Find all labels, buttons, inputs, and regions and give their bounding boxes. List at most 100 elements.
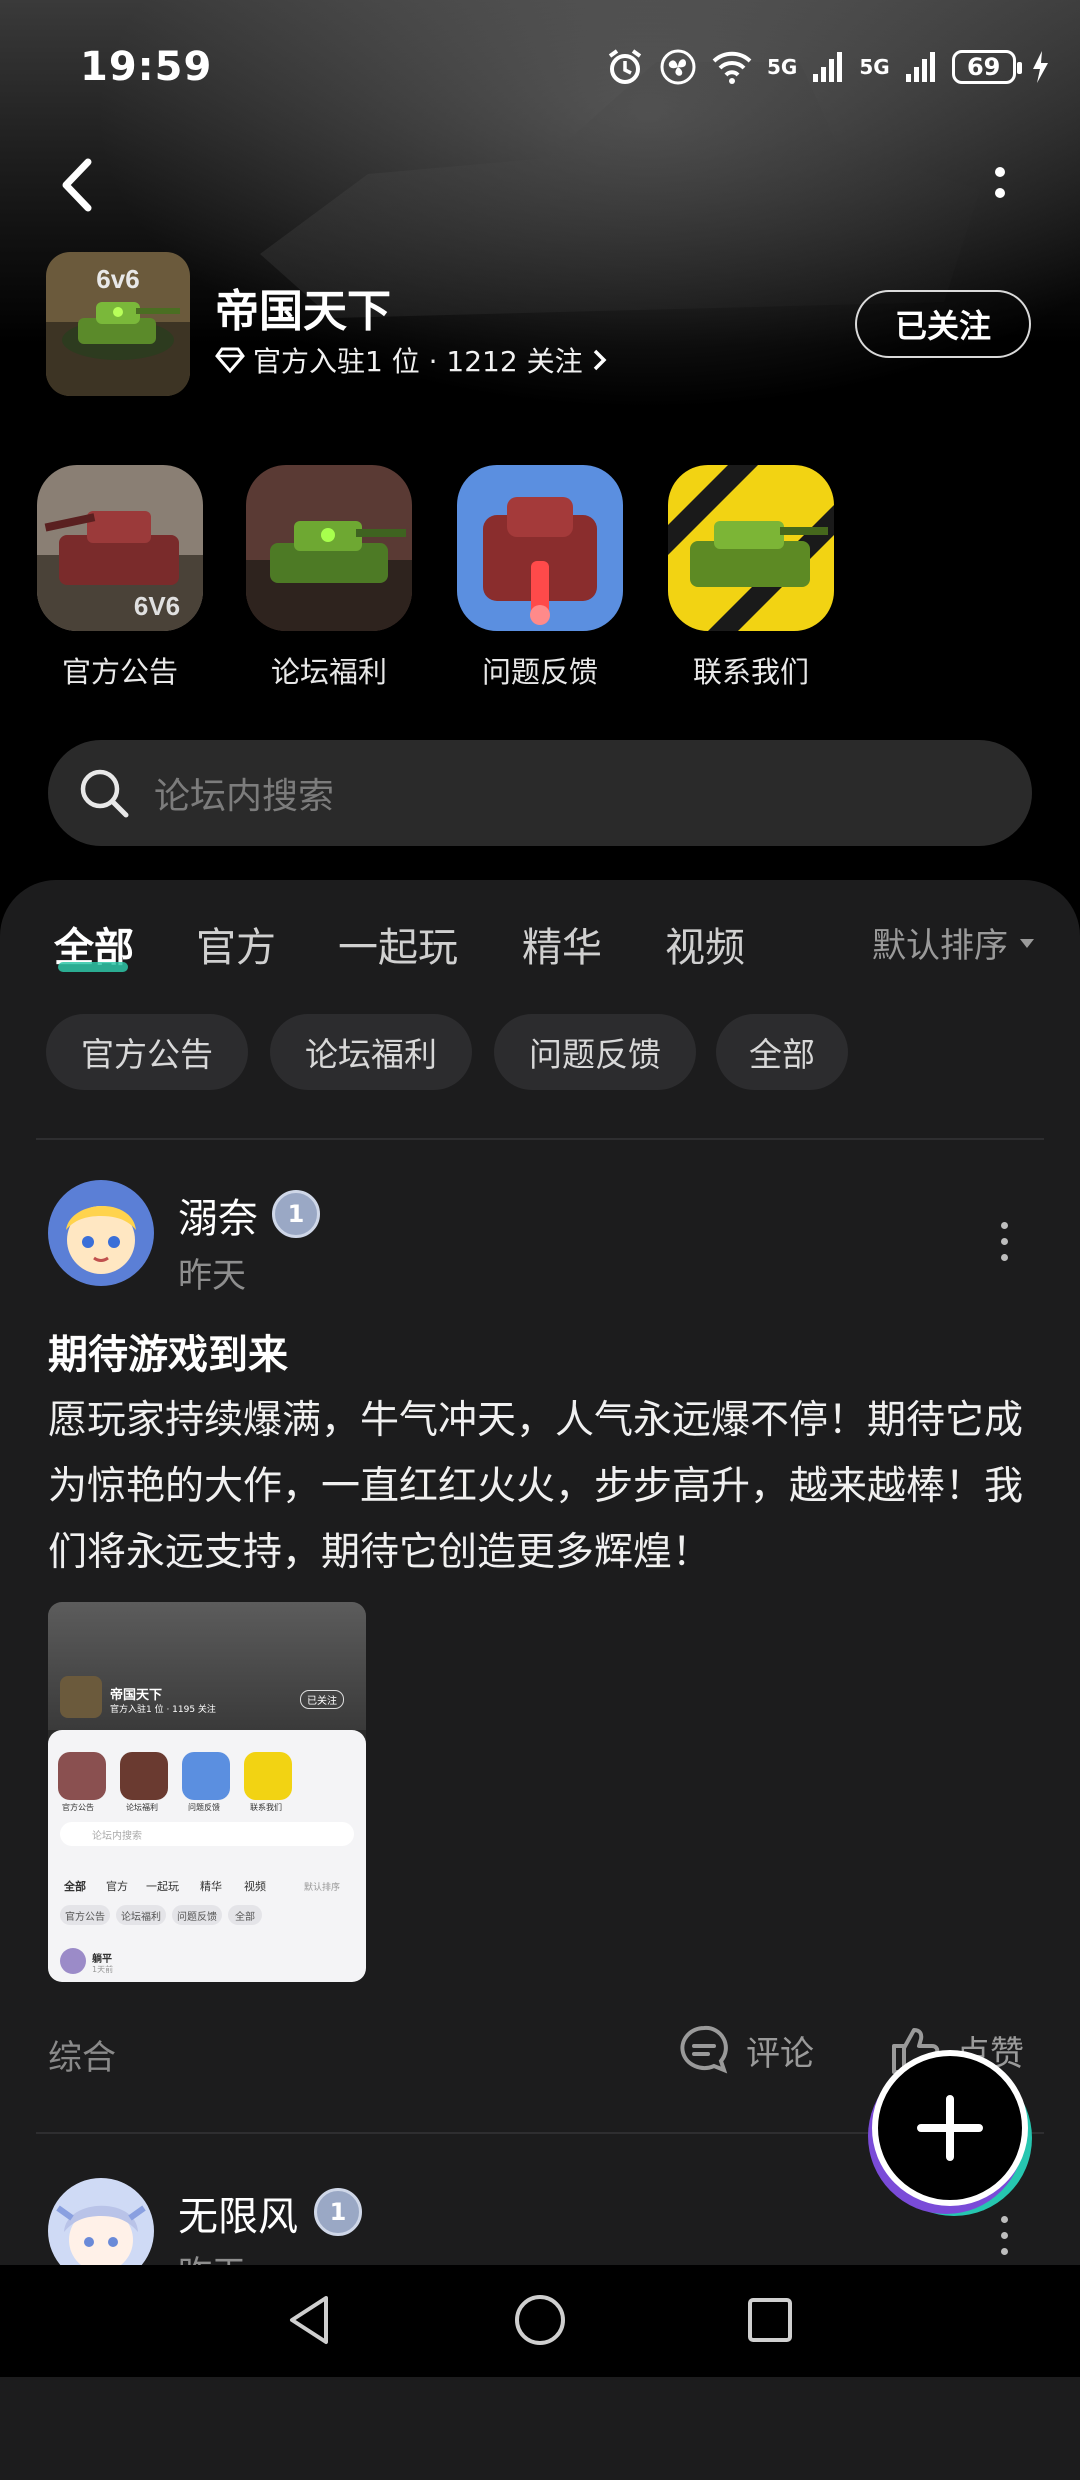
nav-recents-button[interactable] xyxy=(740,2290,800,2350)
shortcut-label: 联系我们 xyxy=(692,655,809,689)
level-badge: 1 xyxy=(272,1190,320,1238)
chip-forum-welfare[interactable]: 论坛福利 xyxy=(270,1014,472,1090)
shortcut-feedback[interactable]: 问题反馈 xyxy=(455,465,625,691)
create-post-button[interactable] xyxy=(872,2050,1028,2206)
thumbnail-chip: 官方公告 xyxy=(60,1905,110,1925)
post-category: 综合 xyxy=(48,2038,116,2078)
status-time: 19:59 xyxy=(80,44,213,90)
post-image[interactable]: 帝国天下 官方入驻1 位 · 1195 关注 已关注 官方公告 论坛福利 问题反… xyxy=(48,1602,366,1982)
shortcut-label: 问题反馈 xyxy=(481,655,598,689)
sort-label: 默认排序 xyxy=(872,926,1008,966)
thumbnail-chip: 问题反馈 xyxy=(172,1905,222,1925)
chip-feedback[interactable]: 问题反馈 xyxy=(494,1014,696,1090)
chip-official-announcement[interactable]: 官方公告 xyxy=(46,1014,248,1090)
shortcut-forum-welfare[interactable]: 论坛福利 xyxy=(244,465,414,691)
divider xyxy=(36,1138,1044,1140)
shortcut-label: 论坛福利 xyxy=(270,655,387,689)
feedback-tank-icon xyxy=(457,465,623,631)
thumbnail-search-placeholder: 论坛内搜索 xyxy=(92,1831,142,1842)
thumbnail-icon-label: 问题反馈 xyxy=(188,1803,220,1812)
thumbnail-tab: 精华 xyxy=(200,1880,222,1893)
thumbnail-tab: 全部 xyxy=(64,1880,86,1893)
post-title[interactable]: 期待游戏到来 xyxy=(48,1322,288,1380)
chevron-right-icon xyxy=(593,349,607,371)
post-author[interactable]: 溺奈 xyxy=(178,1186,258,1244)
forum-meta[interactable]: 官方入驻1 位 · 1212 关注 xyxy=(215,340,609,380)
thumbnail-icon-label: 联系我们 xyxy=(250,1803,282,1812)
square-recents-icon xyxy=(748,2298,792,2342)
thumbnail-author-avatar xyxy=(60,1948,86,1974)
thumbnail-icon-label: 论坛福利 xyxy=(126,1803,158,1812)
forum-avatar: 6v6 xyxy=(46,252,190,396)
chevron-left-icon xyxy=(62,158,92,212)
post-more-button[interactable] xyxy=(999,1222,1009,1261)
search-icon xyxy=(80,769,129,818)
signal-icon xyxy=(905,52,935,82)
thumbnail-icon xyxy=(58,1752,106,1800)
thumbnail-icon xyxy=(182,1752,230,1800)
post-author[interactable]: 无限风 xyxy=(178,2184,298,2242)
plus-icon xyxy=(917,2095,983,2161)
charging-icon xyxy=(1032,51,1048,83)
thumbnail-sort: 默认排序 xyxy=(304,1883,341,1893)
follow-button[interactable]: 已关注 xyxy=(855,290,1031,358)
active-tab-indicator xyxy=(58,962,128,972)
thumbnail-time: 1天前 xyxy=(92,1965,114,1974)
announcement-tank-icon: 6V6 xyxy=(37,465,203,631)
comment-icon xyxy=(680,2025,728,2074)
tab-featured[interactable]: 精华 xyxy=(522,915,602,973)
nav-home-button[interactable] xyxy=(510,2290,570,2350)
shortcut-official-announcement[interactable]: 6V6 官方公告 xyxy=(35,465,205,691)
shortcut-label: 官方公告 xyxy=(61,655,178,689)
thumbnail-title: 帝国天下 xyxy=(110,1688,163,1703)
diamond-icon xyxy=(215,347,245,374)
tab-play-together[interactable]: 一起玩 xyxy=(338,915,458,973)
post-time: 昨天 xyxy=(178,1256,246,1296)
post-body[interactable]: 愿玩家持续爆满，牛气冲天，人气永远爆不停！期待它成为惊艳的大作，一直红红火火，步… xyxy=(48,1388,1028,1586)
forum-title: 帝国天下 xyxy=(215,286,391,337)
wifi-icon xyxy=(712,51,752,84)
caret-down-icon xyxy=(1020,938,1034,948)
circle-home-icon xyxy=(515,2295,565,2345)
triangle-back-icon xyxy=(290,2296,328,2344)
thumbnail-meta: 官方入驻1 位 · 1195 关注 xyxy=(110,1705,216,1715)
battery-level: 69 xyxy=(966,53,1001,81)
battery-icon: 69 xyxy=(951,50,1022,84)
search-placeholder: 论坛内搜索 xyxy=(154,776,335,817)
tab-official[interactable]: 官方 xyxy=(196,915,276,973)
thumbnail-tab: 视频 xyxy=(244,1880,266,1893)
thumbnail-tab: 一起玩 xyxy=(146,1880,179,1893)
alarm-icon xyxy=(608,49,642,84)
comment-label: 评论 xyxy=(746,2033,814,2074)
contact-tank-icon xyxy=(668,465,834,631)
status-icons: 5G 5G 69 xyxy=(605,42,1050,92)
welfare-tank-icon xyxy=(246,465,412,631)
more-vertical-icon xyxy=(995,167,1005,198)
chip-all[interactable]: 全部 xyxy=(716,1014,848,1090)
search-input[interactable]: 论坛内搜索 xyxy=(48,740,1032,846)
thumbnail-chip: 全部 xyxy=(228,1905,262,1925)
sort-dropdown[interactable]: 默认排序 xyxy=(872,918,1036,967)
more-options-button[interactable] xyxy=(980,160,1020,210)
thumbnail-icon-label: 官方公告 xyxy=(62,1803,94,1812)
post-more-button[interactable] xyxy=(999,2216,1009,2255)
forum-avatar-badge: 6v6 xyxy=(96,264,139,294)
thumbnail-icon xyxy=(244,1752,292,1800)
signal-icon xyxy=(813,52,843,82)
shortcut-badge: 6V6 xyxy=(134,591,180,621)
nav-back-button[interactable] xyxy=(280,2290,340,2350)
thumbnail-follow: 已关注 xyxy=(300,1690,344,1709)
tab-video[interactable]: 视频 xyxy=(665,915,745,973)
fan-icon xyxy=(660,49,696,85)
forum-meta-text: 官方入驻1 位 · 1212 关注 xyxy=(253,345,583,378)
thumbnail-chip: 论坛福利 xyxy=(116,1905,166,1925)
thumbnail-author: 躺平 xyxy=(92,1954,112,1965)
level-badge: 1 xyxy=(314,2188,362,2236)
thumbnail-icon xyxy=(120,1752,168,1800)
back-button[interactable] xyxy=(50,150,110,220)
thumbnail-tab: 官方 xyxy=(106,1880,128,1893)
comment-button[interactable]: 评论 xyxy=(676,2022,814,2078)
avatar[interactable] xyxy=(48,1180,154,1286)
network-label: 5G xyxy=(859,55,890,79)
shortcut-contact-us[interactable]: 联系我们 xyxy=(666,465,836,691)
